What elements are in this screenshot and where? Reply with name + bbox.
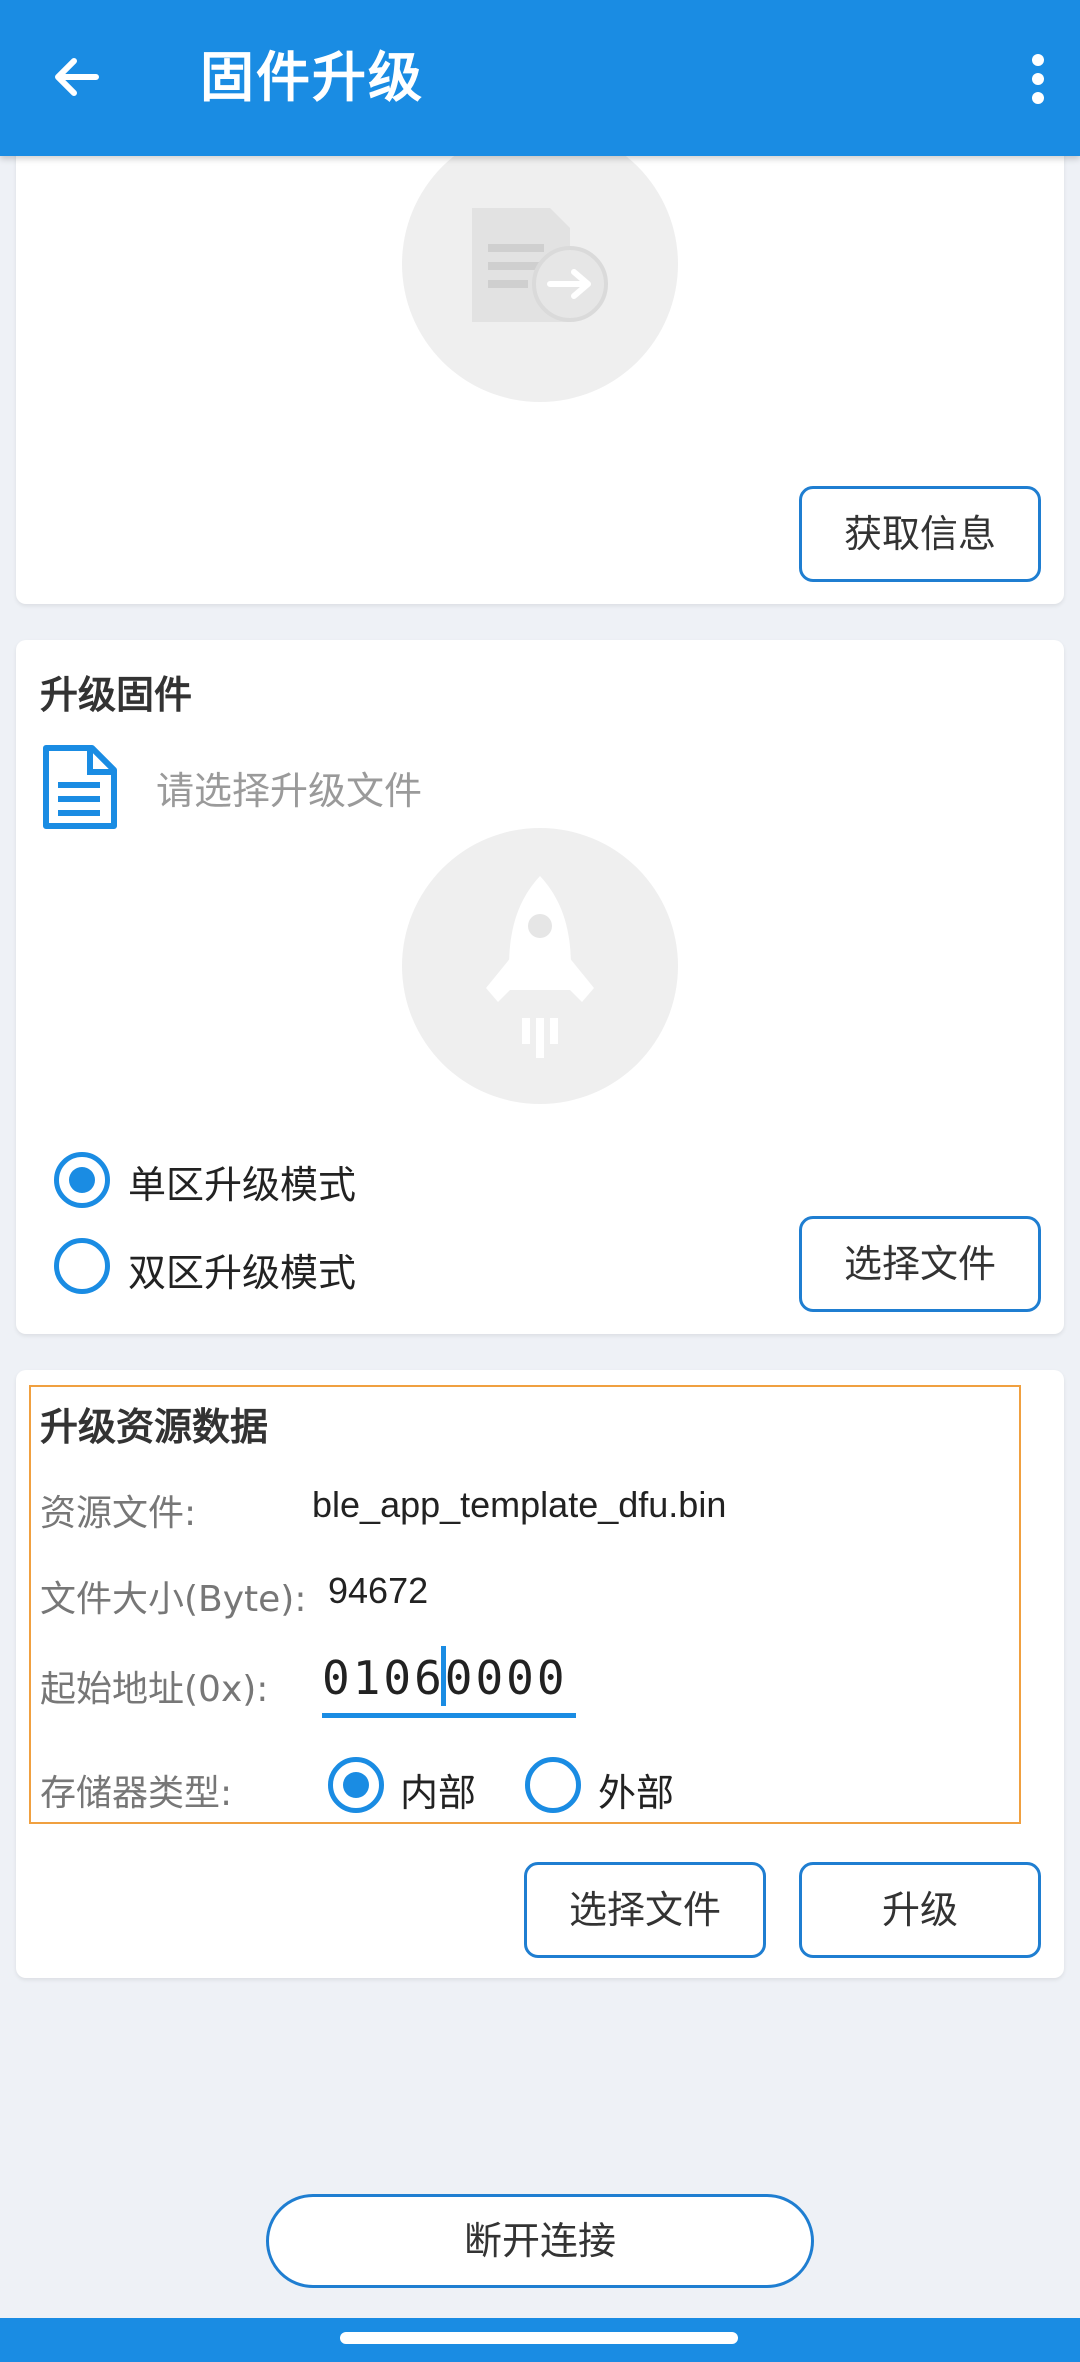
document-transfer-icon (472, 208, 608, 322)
more-vert-icon[interactable] (1020, 46, 1056, 112)
rocket-icon (486, 876, 594, 1058)
file-hint[interactable]: 请选择升级文件 (156, 760, 422, 815)
app-bar: 固件升级 (0, 0, 1080, 156)
external-storage-radio[interactable] (525, 1757, 581, 1813)
single-zone-mode-radio[interactable] (54, 1152, 110, 1208)
document-icon[interactable] (42, 744, 118, 830)
dual-zone-mode-label[interactable]: 双区升级模式 (128, 1242, 356, 1297)
resource-file-label: 资源文件: (40, 1493, 197, 1534)
file-size-value: 94672 (328, 1570, 429, 1611)
internal-storage-radio[interactable] (328, 1757, 384, 1813)
arrow-left-icon[interactable] (44, 44, 110, 110)
upgrade-section-title: 升级固件 (40, 673, 193, 717)
start-address-label: 起始地址(0x): (40, 1669, 269, 1710)
external-storage-label[interactable]: 外部 (598, 1762, 674, 1817)
get-info-button[interactable]: 获取信息 (799, 486, 1041, 582)
internal-storage-label[interactable]: 内部 (400, 1762, 476, 1817)
resource-select-file-button[interactable]: 选择文件 (524, 1862, 766, 1958)
select-file-button[interactable]: 选择文件 (799, 1216, 1041, 1312)
gesture-handle[interactable] (340, 2332, 738, 2344)
upgrade-button[interactable]: 升级 (799, 1862, 1041, 1958)
text-cursor (441, 1646, 446, 1706)
page-title: 固件升级 (200, 46, 424, 109)
file-size-label: 文件大小(Byte): (40, 1579, 307, 1620)
resource-file-value: ble_app_template_dfu.bin (312, 1484, 727, 1525)
dual-zone-mode-radio[interactable] (54, 1238, 110, 1294)
storage-type-label: 存储器类型: (40, 1773, 233, 1814)
resource-section-title: 升级资源数据 (40, 1405, 269, 1449)
single-zone-mode-label[interactable]: 单区升级模式 (128, 1154, 356, 1209)
disconnect-button[interactable]: 断开连接 (266, 2194, 814, 2288)
start-address-input[interactable]: 01060000 (322, 1640, 576, 1718)
